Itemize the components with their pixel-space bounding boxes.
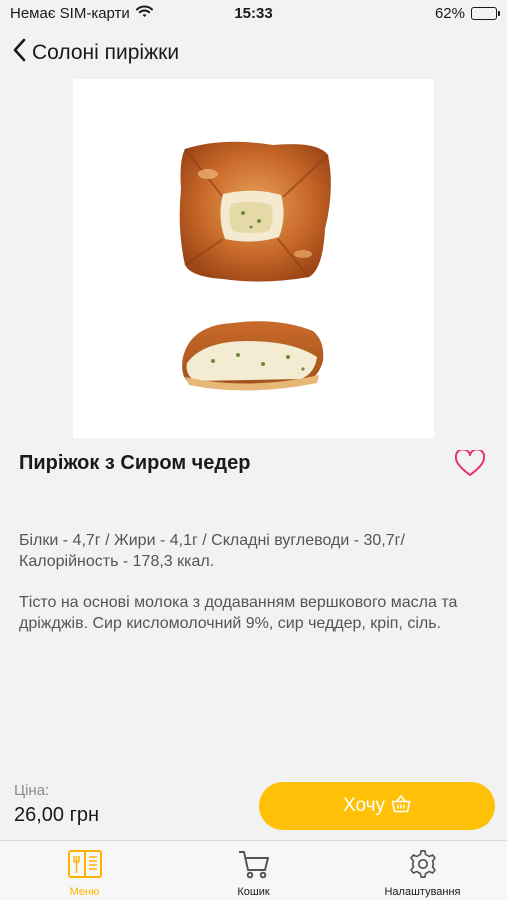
tab-menu-label: Меню bbox=[69, 886, 100, 898]
favorite-button[interactable] bbox=[454, 448, 486, 482]
wifi-icon bbox=[135, 5, 153, 22]
tab-settings[interactable]: Налаштування bbox=[338, 841, 507, 900]
basket-icon bbox=[391, 794, 411, 818]
want-button-label: Хочу bbox=[342, 795, 385, 816]
want-button[interactable]: Хочу bbox=[259, 782, 495, 830]
pie-illustration bbox=[179, 141, 331, 391]
tab-menu[interactable]: Меню bbox=[0, 841, 169, 900]
back-button[interactable]: Солоні пиріжки bbox=[12, 38, 179, 67]
product-title: Пиріжок з Сиром чедер bbox=[19, 452, 251, 474]
product-description: Тісто на основі молока з додаванням верш… bbox=[19, 594, 458, 632]
product-image bbox=[73, 79, 434, 438]
carrier-label: Немає SIM-карти bbox=[10, 5, 130, 22]
tab-cart[interactable]: Кошик bbox=[169, 841, 338, 900]
tab-bar: Меню Кошик Налаштування bbox=[0, 840, 507, 900]
gear-icon bbox=[407, 849, 439, 884]
menu-book-icon bbox=[67, 849, 103, 884]
status-right: 62% bbox=[434, 5, 500, 22]
nav-bar: Солоні пиріжки bbox=[0, 34, 507, 72]
nutrition-info: Білки - 4,7г / Жири - 4,1г / Складні вуг… bbox=[19, 532, 405, 570]
tab-cart-label: Кошик bbox=[237, 886, 270, 898]
back-label: Солоні пиріжки bbox=[32, 40, 180, 64]
price-value: 26,00 грн bbox=[14, 804, 100, 826]
status-bar: Немає SIM-карти 15:33 62% bbox=[0, 0, 507, 28]
battery-percent: 62% bbox=[434, 5, 465, 22]
tab-settings-label: Налаштування bbox=[384, 886, 461, 898]
price-label: Ціна: bbox=[14, 782, 50, 799]
status-left: Немає SIM-карти bbox=[10, 5, 153, 22]
heart-icon bbox=[454, 448, 486, 481]
cart-icon bbox=[237, 849, 271, 884]
battery-icon bbox=[471, 7, 500, 20]
chevron-left-icon bbox=[12, 38, 26, 67]
